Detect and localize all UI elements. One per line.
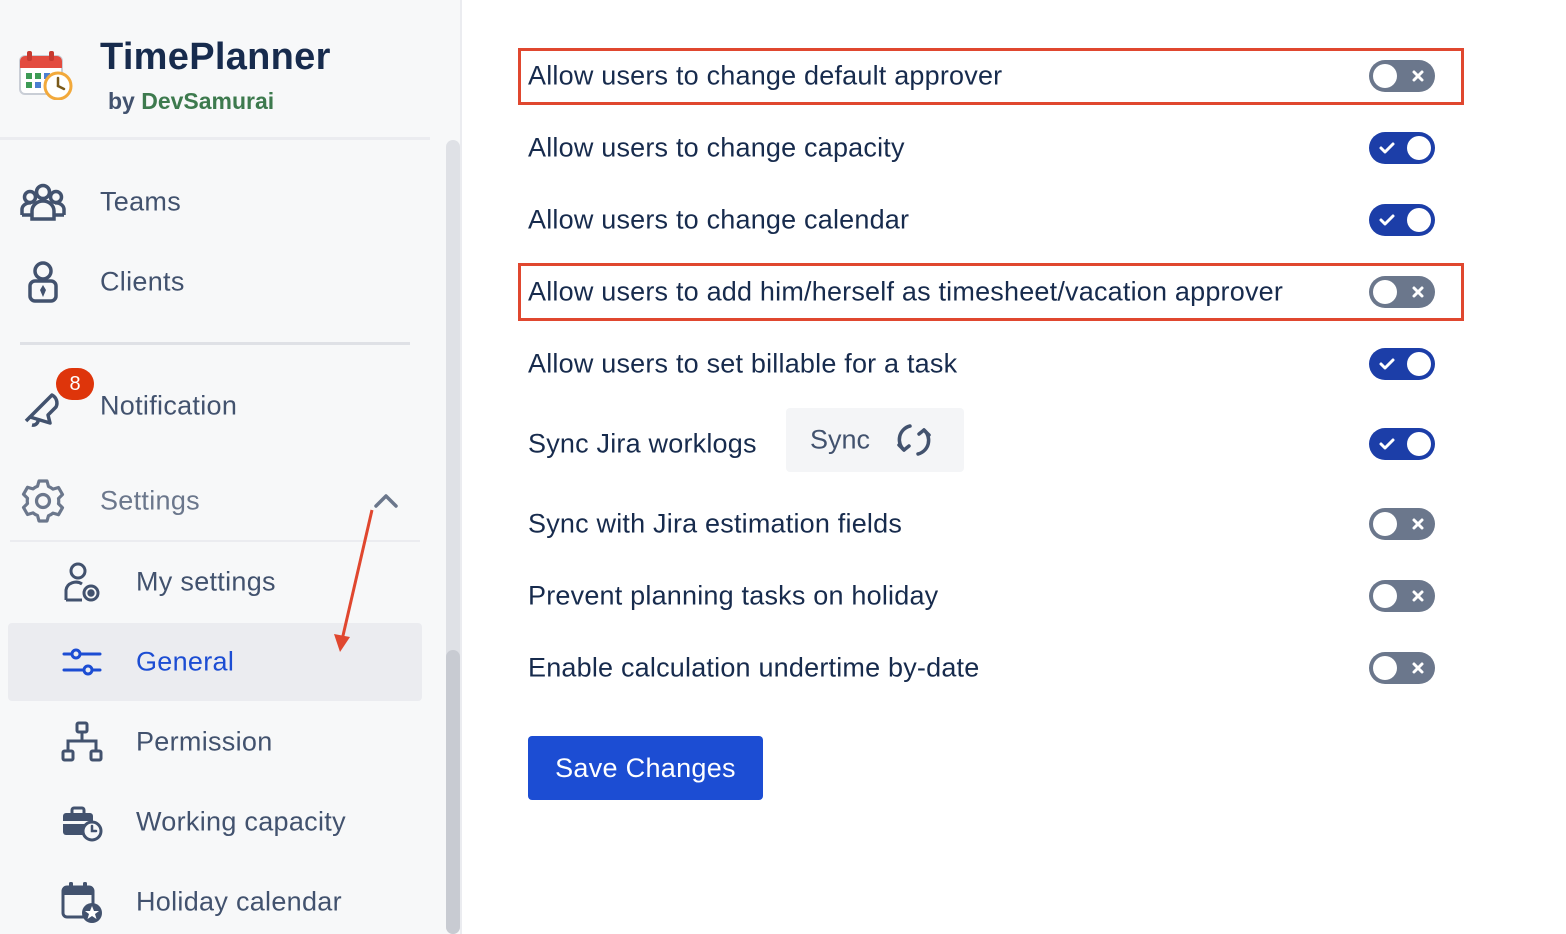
sidebar-item-label: Teams: [100, 186, 182, 217]
toggle-undertime-by-date[interactable]: [1369, 652, 1435, 684]
x-icon: [1412, 662, 1424, 674]
gear-icon: [21, 479, 65, 523]
sync-button[interactable]: Sync: [786, 408, 964, 472]
user-gear-icon: [64, 562, 100, 602]
refresh-icon: [897, 424, 931, 456]
toggle-knob: [1407, 432, 1431, 456]
x-icon: [1412, 70, 1424, 82]
setting-label: Allow users to change default approver: [528, 60, 1003, 91]
setting-row-self-approver: Allow users to add him/herself as timesh…: [528, 264, 1438, 320]
toggle-knob: [1373, 656, 1397, 680]
sliders-icon: [62, 648, 102, 676]
sidebar-subitem-working-capacity[interactable]: Working capacity: [8, 783, 422, 861]
sidebar-subitem-holiday-calendar[interactable]: Holiday calendar: [8, 863, 422, 934]
setting-row-prevent-holiday-planning: Prevent planning tasks on holiday: [528, 568, 1438, 624]
x-icon: [1412, 518, 1424, 530]
toggle-knob: [1373, 512, 1397, 536]
general-settings-panel: Allow users to change default approver A…: [464, 0, 1566, 934]
setting-row-change-default-approver: Allow users to change default approver: [528, 48, 1438, 104]
sidebar-item-label: Clients: [100, 266, 185, 297]
sidebar-subitem-label: Holiday calendar: [136, 886, 342, 917]
toggle-sync-jira-worklogs[interactable]: [1369, 428, 1435, 460]
setting-label: Enable calculation undertime by-date: [528, 652, 980, 683]
sidebar-divider: [20, 342, 410, 345]
sidebar-item-clients[interactable]: Clients: [0, 247, 430, 317]
calendar-clock-logo-icon: [19, 51, 73, 100]
briefcase-clock-icon: [63, 806, 103, 842]
brand-title: TimePlanner: [100, 36, 331, 78]
setting-row-sync-estimation: Sync with Jira estimation fields: [528, 496, 1438, 552]
toggle-change-default-approver[interactable]: [1369, 60, 1435, 92]
setting-label: Allow users to set billable for a task: [528, 348, 958, 379]
x-icon: [1412, 286, 1424, 298]
clients-icon: [28, 261, 58, 303]
toggle-knob: [1373, 280, 1397, 304]
setting-row-sync-jira-worklogs: Sync Jira worklogs Sync: [528, 408, 1438, 472]
setting-row-set-billable: Allow users to set billable for a task: [528, 336, 1438, 392]
toggle-knob: [1373, 584, 1397, 608]
setting-label: Allow users to change calendar: [528, 204, 910, 235]
brand-company: DevSamurai: [141, 88, 275, 114]
setting-label: Allow users to add him/herself as timesh…: [528, 276, 1284, 307]
x-icon: [1412, 590, 1424, 602]
sidebar-subitem-label: Working capacity: [136, 806, 346, 837]
brand-divider: [0, 137, 430, 140]
toggle-change-calendar[interactable]: [1369, 204, 1435, 236]
sidebar-item-teams[interactable]: Teams: [0, 167, 430, 237]
sidebar-item-label: Notification: [100, 390, 238, 421]
sidebar-subitem-label: Permission: [136, 726, 273, 757]
sidebar-subitem-permission[interactable]: Permission: [8, 703, 422, 781]
check-icon: [1379, 142, 1395, 154]
check-icon: [1379, 214, 1395, 226]
toggle-sync-estimation[interactable]: [1369, 508, 1435, 540]
annotation-arrow: [334, 509, 374, 652]
setting-label: Sync Jira worklogs: [528, 428, 757, 459]
sidebar-subitem-label: General: [136, 646, 235, 677]
sidebar-subitem-label: My settings: [136, 566, 276, 597]
setting-label: Prevent planning tasks on holiday: [528, 580, 939, 611]
setting-row-change-capacity: Allow users to change capacity: [528, 120, 1438, 176]
toggle-change-capacity[interactable]: [1369, 132, 1435, 164]
sidebar: TimePlanner by DevSamurai Teams Clients …: [0, 0, 462, 934]
check-icon: [1379, 358, 1395, 370]
toggle-prevent-holiday-planning[interactable]: [1369, 580, 1435, 612]
save-changes-button[interactable]: Save Changes: [528, 736, 763, 800]
toggle-knob: [1407, 208, 1431, 232]
sidebar-scrollbar-thumb[interactable]: [446, 650, 460, 934]
brand-header: TimePlanner by DevSamurai: [0, 0, 462, 138]
sync-button-label: Sync: [810, 424, 871, 455]
hierarchy-icon: [61, 721, 103, 762]
toggle-knob: [1407, 136, 1431, 160]
setting-label: Sync with Jira estimation fields: [528, 508, 903, 539]
setting-row-undertime-by-date: Enable calculation undertime by-date: [528, 640, 1438, 696]
brand-byline: by DevSamurai: [108, 88, 274, 115]
calendar-star-icon: [61, 882, 102, 923]
toggle-knob: [1373, 64, 1397, 88]
setting-label: Allow users to change capacity: [528, 132, 905, 163]
setting-row-change-calendar: Allow users to change calendar: [528, 192, 1438, 248]
toggle-self-approver[interactable]: [1369, 276, 1435, 308]
toggle-set-billable[interactable]: [1369, 348, 1435, 380]
brand-by-text: by: [108, 88, 135, 114]
teams-icon: [20, 183, 66, 221]
notification-count-badge: 8: [56, 368, 94, 400]
toggle-knob: [1407, 352, 1431, 376]
sidebar-item-label: Settings: [100, 485, 200, 516]
check-icon: [1379, 438, 1395, 450]
